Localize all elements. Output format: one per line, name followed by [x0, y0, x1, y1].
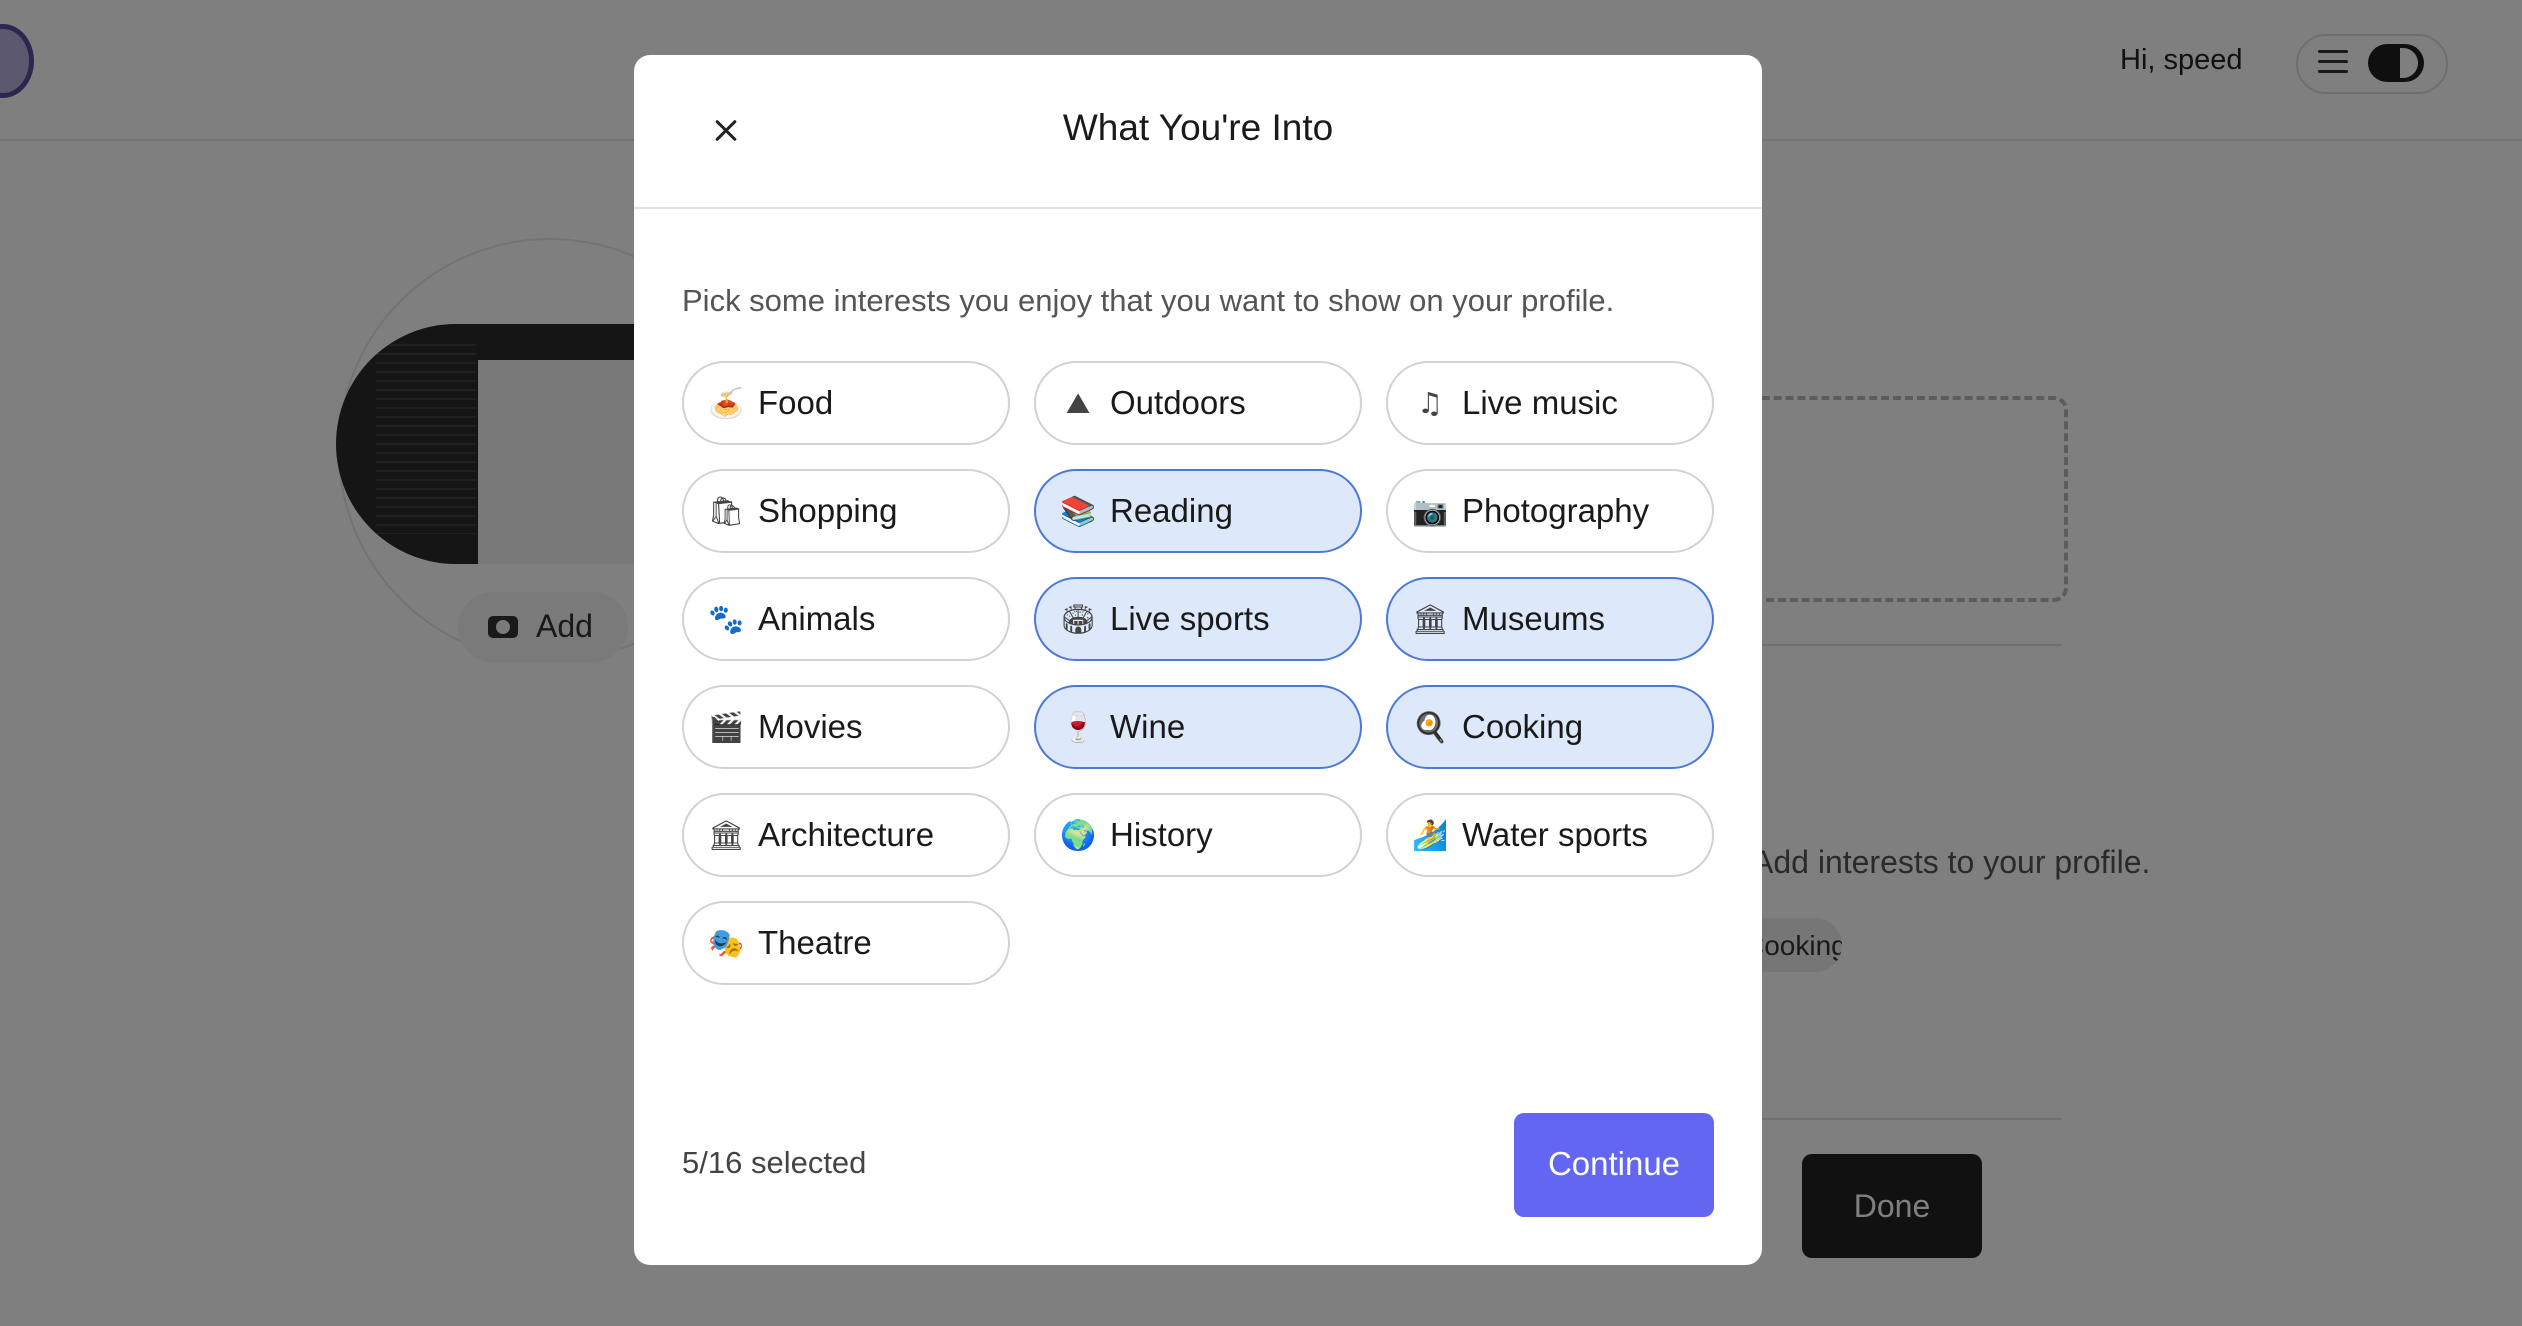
modal-description: Pick some interests you enjoy that you w… — [682, 283, 1615, 318]
interest-chip-grid: 🍝 Food ⛰ Outdoors ♫ Live music 🛍 Shopping 📚 Readi… — [682, 361, 1714, 985]
landscape-icon: ⛰ — [1065, 385, 1091, 420]
interest-chip-live-music[interactable]: ♫ Live music — [1386, 361, 1714, 445]
modal-title: What You're Into — [1062, 107, 1334, 148]
interest-chip-shopping[interactable]: 🛍 Shopping — [682, 469, 1010, 553]
interest-chip-label: Water sports — [1462, 816, 1648, 853]
interest-chip-animals[interactable]: 🐾 Animals — [682, 577, 1010, 661]
classical-building-icon: 🏛 — [1411, 601, 1449, 636]
modal-header: What You're Into — [634, 55, 1762, 209]
paw-prints-icon: 🐾 — [707, 601, 745, 636]
interest-chip-label: Theatre — [758, 924, 872, 961]
interest-chip-outdoors[interactable]: ⛰ Outdoors — [1034, 361, 1362, 445]
globe-icon: 🌍 — [1059, 817, 1097, 852]
interest-chip-label: Live sports — [1110, 600, 1270, 637]
books-icon: 📚 — [1059, 493, 1097, 528]
interest-chip-label: Outdoors — [1110, 384, 1246, 421]
interest-chip-label: Photography — [1462, 492, 1650, 529]
camera-icon: 📷 — [1411, 493, 1449, 528]
interest-chip-reading[interactable]: 📚 Reading — [1034, 469, 1362, 553]
interest-chip-water-sports[interactable]: 🏄 Water sports — [1386, 793, 1714, 877]
interest-chip-label: Movies — [758, 708, 863, 745]
interest-chip-wine[interactable]: 🍷 Wine — [1034, 685, 1362, 769]
interest-chip-live-sports[interactable]: 🏟 Live sports — [1034, 577, 1362, 661]
interest-chip-cooking[interactable]: 🍳 Cooking — [1386, 685, 1714, 769]
music-notes-icon: ♫ — [1417, 386, 1443, 420]
wine-glass-icon: 🍷 — [1059, 709, 1097, 744]
interest-chip-photography[interactable]: 📷 Photography — [1386, 469, 1714, 553]
selected-count: 5/16 selected — [682, 1145, 867, 1180]
surfer-icon: 🏄 — [1411, 817, 1449, 852]
interest-chip-label: Animals — [758, 600, 876, 637]
interest-chip-theatre[interactable]: 🎭 Theatre — [682, 901, 1010, 985]
interest-chip-label: Wine — [1110, 708, 1186, 745]
interest-chip-food[interactable]: 🍝 Food — [682, 361, 1010, 445]
interest-chip-label: Shopping — [758, 492, 898, 529]
shopping-bags-icon: 🛍 — [707, 493, 745, 528]
interest-chip-museums[interactable]: 🏛 Museums — [1386, 577, 1714, 661]
theatre-masks-icon: 🎭 — [707, 925, 745, 960]
spaghetti-icon: 🍝 — [707, 385, 745, 420]
interest-chip-history[interactable]: 🌍 History — [1034, 793, 1362, 877]
interest-chip-label: Cooking — [1462, 708, 1584, 745]
interest-chip-label: Museums — [1462, 600, 1606, 637]
interest-chip-label: Live music — [1462, 384, 1618, 421]
interest-chip-movies[interactable]: 🎬 Movies — [682, 685, 1010, 769]
frying-pan-icon: 🍳 — [1411, 709, 1449, 744]
clapper-board-icon: 🎬 — [707, 709, 745, 744]
interest-chip-label: History — [1110, 816, 1213, 853]
interest-chip-label: Food — [758, 384, 834, 421]
interest-chip-label: Architecture — [758, 816, 935, 853]
classical-building-icon: 🏛 — [707, 817, 745, 852]
interests-modal: What You're Into Pick some interests you… — [634, 55, 1762, 1265]
interest-chip-architecture[interactable]: 🏛 Architecture — [682, 793, 1010, 877]
stadium-icon: 🏟 — [1059, 601, 1097, 636]
continue-label: Continue — [1547, 1145, 1681, 1182]
interest-chip-label: Reading — [1110, 492, 1233, 529]
continue-button[interactable]: Continue — [1514, 1113, 1714, 1217]
